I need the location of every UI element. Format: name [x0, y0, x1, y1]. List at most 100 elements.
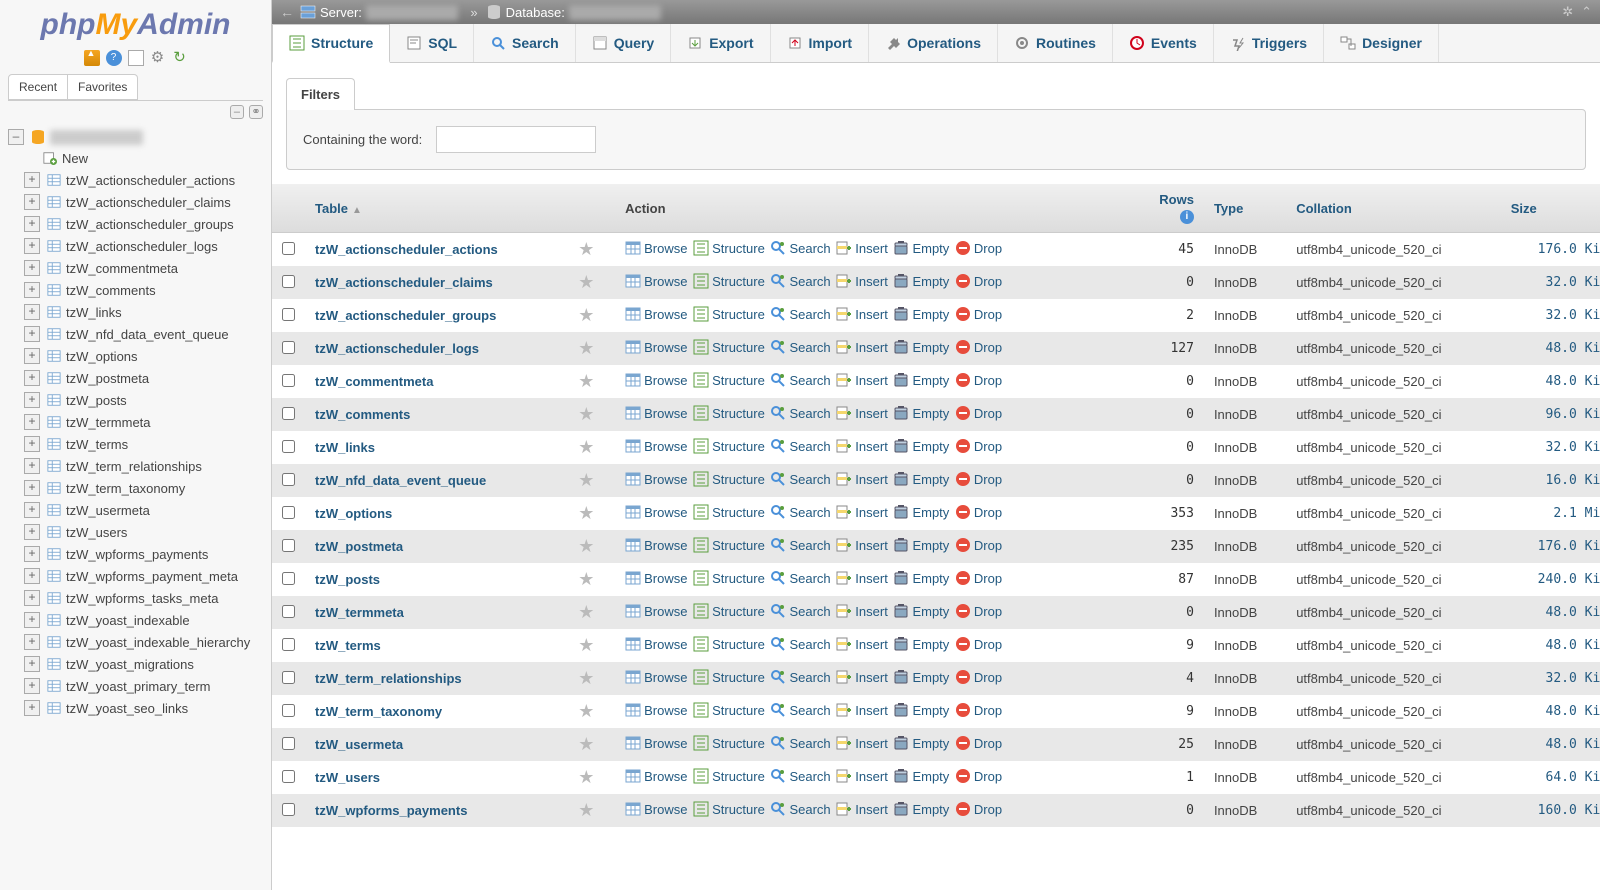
structure-link[interactable]: Structure	[693, 603, 765, 619]
favorite-star-icon[interactable]: ★	[578, 338, 594, 358]
insert-link[interactable]: Insert	[836, 636, 888, 652]
row-checkbox[interactable]	[282, 242, 295, 255]
insert-link[interactable]: Insert	[836, 537, 888, 553]
table-name-link[interactable]: tzW_actionscheduler_groups	[315, 308, 496, 323]
structure-link[interactable]: Structure	[693, 570, 765, 586]
tab-structure[interactable]: Structure	[272, 24, 390, 63]
table-name-link[interactable]: tzW_posts	[315, 572, 380, 587]
insert-link[interactable]: Insert	[836, 438, 888, 454]
tree-table-item[interactable]: +tzW_users	[8, 521, 271, 543]
structure-link[interactable]: Structure	[693, 735, 765, 751]
tree-table-item[interactable]: +tzW_terms	[8, 433, 271, 455]
browse-link[interactable]: Browse	[625, 504, 687, 520]
drop-link[interactable]: Drop	[955, 735, 1002, 751]
drop-link[interactable]: Drop	[955, 636, 1002, 652]
col-rows[interactable]: Rowsi	[1133, 184, 1204, 233]
favorite-star-icon[interactable]: ★	[578, 602, 594, 622]
structure-link[interactable]: Structure	[693, 537, 765, 553]
insert-link[interactable]: Insert	[836, 471, 888, 487]
insert-link[interactable]: Insert	[836, 339, 888, 355]
browse-link[interactable]: Browse	[625, 570, 687, 586]
browse-link[interactable]: Browse	[625, 471, 687, 487]
browse-link[interactable]: Browse	[625, 702, 687, 718]
empty-link[interactable]: Empty	[893, 306, 949, 322]
tab-recent[interactable]: Recent	[8, 74, 68, 100]
gear-icon[interactable]: ✲	[1562, 4, 1573, 20]
tree-table-item[interactable]: +tzW_nfd_data_event_queue	[8, 323, 271, 345]
browse-link[interactable]: Browse	[625, 636, 687, 652]
table-name-link[interactable]: tzW_postmeta	[315, 539, 403, 554]
table-name-link[interactable]: tzW_options	[315, 506, 392, 521]
empty-link[interactable]: Empty	[893, 603, 949, 619]
tree-expand-icon[interactable]: +	[24, 304, 40, 320]
tree-expand-icon[interactable]: +	[24, 414, 40, 430]
row-checkbox[interactable]	[282, 506, 295, 519]
tree-table-item[interactable]: +tzW_actionscheduler_groups	[8, 213, 271, 235]
row-checkbox[interactable]	[282, 671, 295, 684]
structure-link[interactable]: Structure	[693, 801, 765, 817]
browse-link[interactable]: Browse	[625, 306, 687, 322]
search-link[interactable]: Search	[770, 603, 830, 619]
drop-link[interactable]: Drop	[955, 570, 1002, 586]
drop-link[interactable]: Drop	[955, 339, 1002, 355]
drop-link[interactable]: Drop	[955, 603, 1002, 619]
table-name-link[interactable]: tzW_termmeta	[315, 605, 404, 620]
table-name-link[interactable]: tzW_term_relationships	[315, 671, 462, 686]
tree-table-item[interactable]: +tzW_actionscheduler_claims	[8, 191, 271, 213]
empty-link[interactable]: Empty	[893, 735, 949, 751]
drop-link[interactable]: Drop	[955, 801, 1002, 817]
back-arrow-icon[interactable]: ←	[280, 4, 294, 20]
search-link[interactable]: Search	[770, 471, 830, 487]
empty-link[interactable]: Empty	[893, 636, 949, 652]
structure-link[interactable]: Structure	[693, 471, 765, 487]
table-name-link[interactable]: tzW_links	[315, 440, 375, 455]
favorite-star-icon[interactable]: ★	[578, 536, 594, 556]
insert-link[interactable]: Insert	[836, 504, 888, 520]
tree-table-item[interactable]: +tzW_wpforms_payments	[8, 543, 271, 565]
favorite-star-icon[interactable]: ★	[578, 272, 594, 292]
logo[interactable]: phpMyAdmin	[0, 0, 271, 46]
structure-link[interactable]: Structure	[693, 636, 765, 652]
drop-link[interactable]: Drop	[955, 405, 1002, 421]
drop-link[interactable]: Drop	[955, 504, 1002, 520]
tab-search[interactable]: Search	[474, 24, 576, 62]
col-type[interactable]: Type	[1204, 184, 1286, 233]
settings-icon[interactable]: ⚙	[150, 50, 166, 66]
tree-table-item[interactable]: +tzW_links	[8, 301, 271, 323]
insert-link[interactable]: Insert	[836, 669, 888, 685]
tree-expand-icon[interactable]: +	[24, 392, 40, 408]
drop-link[interactable]: Drop	[955, 471, 1002, 487]
tree-expand-icon[interactable]: +	[24, 502, 40, 518]
empty-link[interactable]: Empty	[893, 240, 949, 256]
table-name-link[interactable]: tzW_usermeta	[315, 737, 403, 752]
insert-link[interactable]: Insert	[836, 570, 888, 586]
structure-link[interactable]: Structure	[693, 504, 765, 520]
favorite-star-icon[interactable]: ★	[578, 569, 594, 589]
browse-link[interactable]: Browse	[625, 801, 687, 817]
favorite-star-icon[interactable]: ★	[578, 404, 594, 424]
home-icon[interactable]	[84, 50, 100, 66]
favorite-star-icon[interactable]: ★	[578, 734, 594, 754]
browse-link[interactable]: Browse	[625, 240, 687, 256]
search-link[interactable]: Search	[770, 438, 830, 454]
search-link[interactable]: Search	[770, 306, 830, 322]
drop-link[interactable]: Drop	[955, 273, 1002, 289]
row-checkbox[interactable]	[282, 440, 295, 453]
browse-link[interactable]: Browse	[625, 768, 687, 784]
tree-table-item[interactable]: +tzW_wpforms_payment_meta	[8, 565, 271, 587]
table-name-link[interactable]: tzW_actionscheduler_logs	[315, 341, 479, 356]
insert-link[interactable]: Insert	[836, 768, 888, 784]
favorite-star-icon[interactable]: ★	[578, 635, 594, 655]
structure-link[interactable]: Structure	[693, 372, 765, 388]
empty-link[interactable]: Empty	[893, 537, 949, 553]
search-link[interactable]: Search	[770, 669, 830, 685]
tree-table-item[interactable]: +tzW_comments	[8, 279, 271, 301]
tab-routines[interactable]: Routines	[998, 24, 1113, 62]
tab-export[interactable]: Export	[671, 24, 770, 62]
browse-link[interactable]: Browse	[625, 669, 687, 685]
tree-collapse-icon[interactable]: –	[8, 129, 24, 145]
tree-table-item[interactable]: +tzW_yoast_indexable_hierarchy	[8, 631, 271, 653]
tree-table-item[interactable]: +tzW_actionscheduler_logs	[8, 235, 271, 257]
search-link[interactable]: Search	[770, 273, 830, 289]
structure-link[interactable]: Structure	[693, 339, 765, 355]
